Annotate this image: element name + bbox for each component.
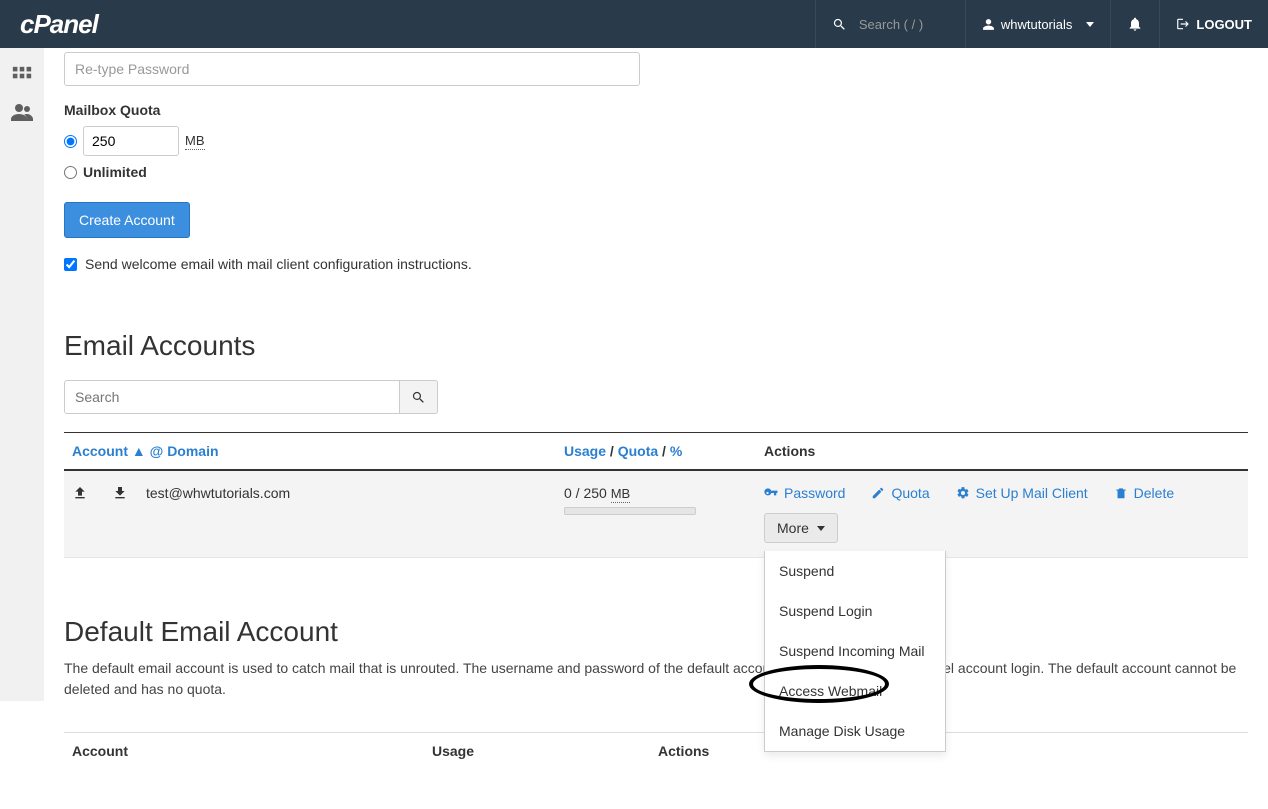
user-menu[interactable]: whwtutorials [965,0,1111,48]
global-search[interactable] [815,0,965,48]
quota-action[interactable]: Quota [871,485,929,501]
logout-icon [1176,17,1190,31]
notifications-button[interactable] [1110,0,1159,48]
quota-fixed-radio[interactable] [64,135,77,148]
download-icon[interactable] [112,485,128,501]
dropdown-manage-disk[interactable]: Manage Disk Usage [765,711,945,751]
logout-button[interactable]: LOGOUT [1159,0,1268,48]
unlimited-label: Unlimited [83,164,147,180]
dropdown-suspend[interactable]: Suspend [765,551,945,591]
header-domain-sort[interactable]: Domain [167,443,218,459]
bell-icon [1127,16,1143,32]
default-header-actions: Actions [658,743,1240,759]
default-header-account: Account [72,743,432,759]
default-table-header: Account Usage Actions [64,732,1248,769]
caret-down-icon [817,526,825,531]
default-email-title: Default Email Account [64,616,1248,648]
dropdown-suspend-login[interactable]: Suspend Login [765,591,945,631]
main-content: Mailbox Quota MB Unlimited Create Accoun… [44,52,1268,809]
search-icon [832,17,847,32]
sidebar [0,48,44,701]
user-icon [982,18,995,31]
header-quota-sort[interactable]: Quota [618,443,658,459]
create-account-button[interactable]: Create Account [64,202,190,238]
usage-text: 0 / 250 [564,485,611,501]
topbar: cPanel whwtutorials LOGOUT [0,0,1268,48]
quota-unit-label: MB [185,133,205,150]
account-row: test@whwtutorials.com 0 / 250 MB Passwor… [64,471,1248,558]
retype-password-input[interactable] [64,52,640,86]
mailbox-quota-label: Mailbox Quota [64,102,1248,118]
dropdown-suspend-incoming[interactable]: Suspend Incoming Mail [765,631,945,671]
global-search-input[interactable] [859,17,949,32]
delete-action[interactable]: Delete [1114,485,1174,501]
caret-down-icon [1086,22,1094,27]
usage-progress-bar [564,507,696,515]
default-header-usage: Usage [432,743,658,759]
account-email: test@whwtutorials.com [146,485,290,501]
quota-value-input[interactable] [83,126,179,156]
sidebar-users-icon[interactable] [0,94,44,130]
header-actions: Actions [764,443,1240,459]
username-label: whwtutorials [1001,17,1073,32]
password-action[interactable]: Password [764,485,845,501]
header-percent-sort[interactable]: % [670,443,682,459]
accounts-search-input[interactable] [64,380,400,414]
cpanel-logo: cPanel [0,9,118,40]
search-icon [411,390,426,405]
accounts-search-button[interactable] [400,380,438,414]
more-dropdown-menu: Suspend Suspend Login Suspend Incoming M… [764,551,946,752]
accounts-table-header: Account ▲ @ Domain Usage / Quota / % Act… [64,432,1248,471]
upload-icon[interactable] [72,485,88,501]
email-accounts-title: Email Accounts [64,330,1248,362]
more-dropdown-button[interactable]: More [764,513,838,543]
default-email-description: The default email account is used to cat… [64,658,1244,700]
header-usage-sort[interactable]: Usage [564,443,606,459]
header-account-sort[interactable]: Account ▲ [72,443,146,459]
quota-unlimited-radio[interactable] [64,166,77,179]
dropdown-access-webmail[interactable]: Access Webmail [765,671,945,711]
welcome-email-checkbox[interactable] [64,258,77,271]
setup-mail-client-action[interactable]: Set Up Mail Client [956,485,1088,501]
sidebar-apps-icon[interactable] [0,58,44,94]
welcome-email-label: Send welcome email with mail client conf… [85,256,472,272]
